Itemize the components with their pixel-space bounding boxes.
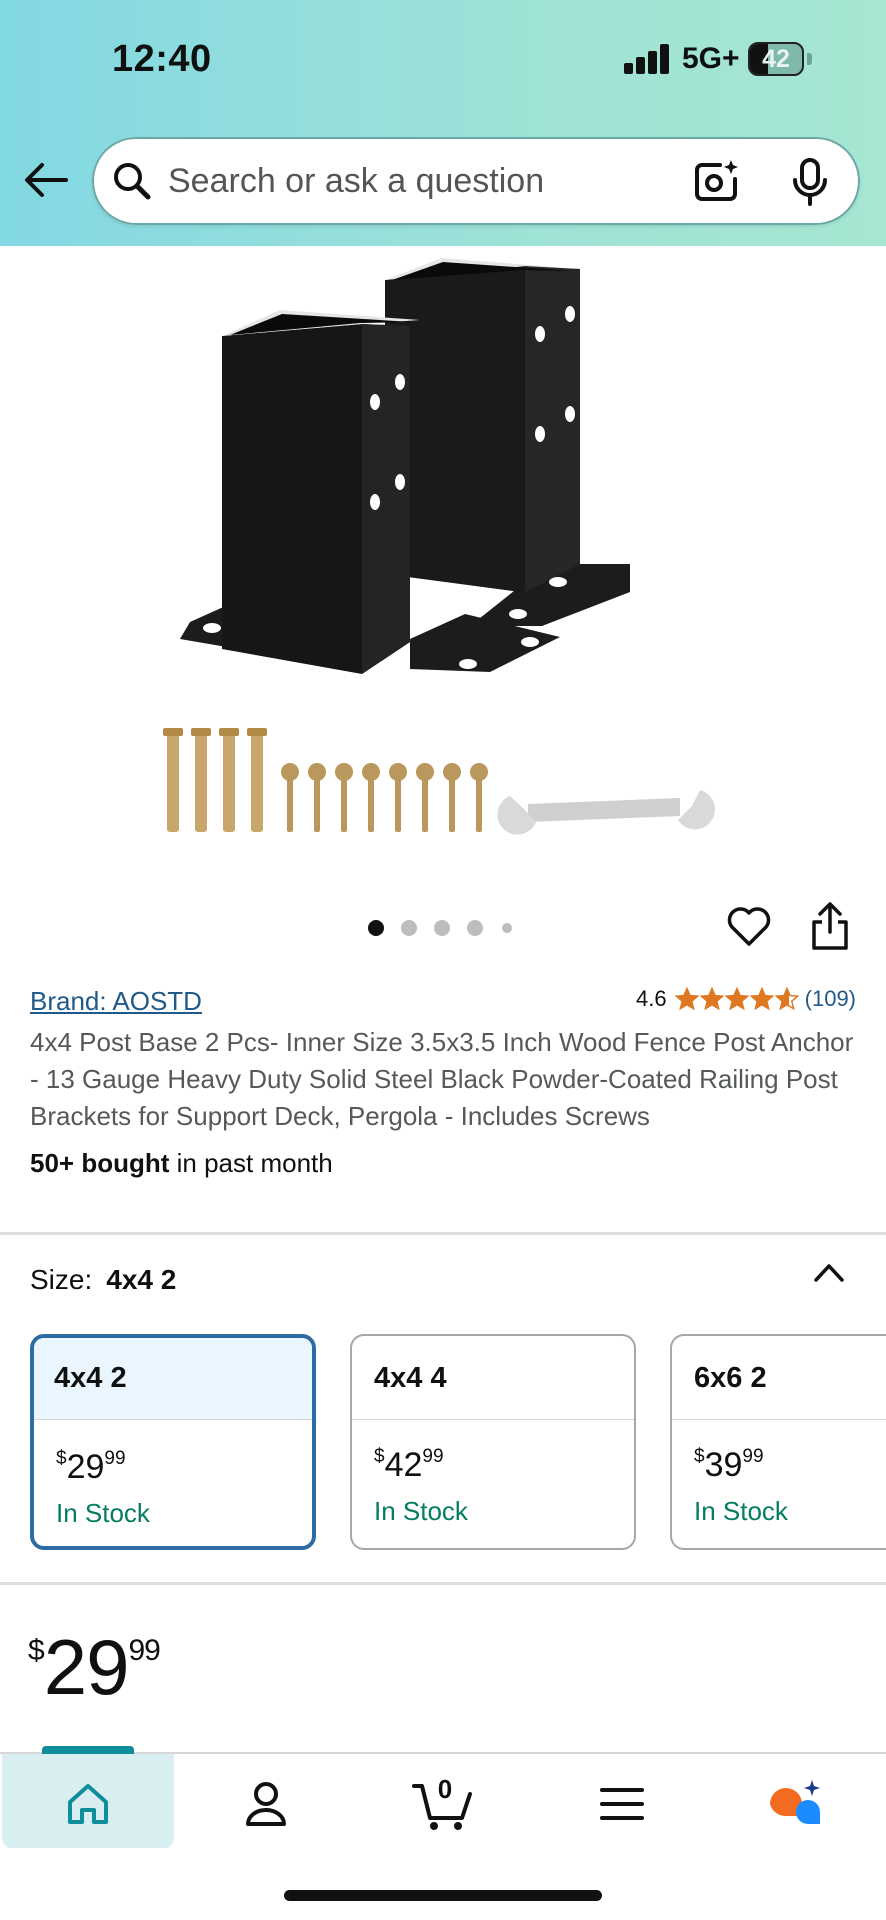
home-indicator: [284, 1890, 602, 1901]
battery-tip: [807, 53, 812, 65]
gallery-dot[interactable]: [401, 920, 417, 936]
size-selected-value: 4x4 2: [106, 1264, 177, 1295]
microphone-icon[interactable]: [790, 157, 830, 207]
section-divider: [0, 1232, 886, 1235]
section-divider: [0, 1582, 886, 1585]
bought-count-rest: in past month: [169, 1148, 333, 1178]
price-dollars: 29: [43, 1623, 130, 1711]
wood-screws: [281, 763, 488, 832]
home-icon[interactable]: [58, 1774, 118, 1834]
account-icon[interactable]: [236, 1774, 296, 1834]
star-icon: [749, 987, 774, 1011]
star-icon: [774, 987, 799, 1011]
bought-count: 50+ bought in past month: [30, 1148, 333, 1179]
price-cents: 99: [128, 1634, 160, 1667]
rating-value: 4.6: [636, 986, 667, 1011]
product-price: $2999: [28, 1622, 161, 1713]
back-arrow-icon[interactable]: [22, 160, 70, 200]
brand-link[interactable]: Brand: AOSTD: [30, 986, 202, 1017]
anchor-bolts: [163, 728, 267, 832]
size-option-name: 6x6 2: [672, 1336, 886, 1420]
gallery-dot[interactable]: [467, 920, 483, 936]
size-option[interactable]: 6x6 2 $3999 In Stock: [670, 1334, 886, 1550]
gallery-dot[interactable]: [368, 920, 384, 936]
status-time: 12:40: [112, 38, 212, 80]
search-icon: [114, 163, 151, 200]
nav-active-indicator: [42, 1746, 134, 1754]
size-option-stock: In Stock: [56, 1498, 150, 1528]
header: 12:40 5G+ 42: [0, 0, 886, 246]
battery-level: 42: [762, 45, 790, 73]
gallery-dot[interactable]: [502, 923, 512, 933]
battery-icon: 42: [748, 42, 804, 76]
star-icon: [724, 987, 749, 1011]
gallery-dot[interactable]: [434, 920, 450, 936]
share-icon[interactable]: [808, 900, 852, 952]
camera-icon[interactable]: [692, 157, 740, 205]
size-option-stock: In Stock: [694, 1496, 788, 1526]
chevron-up-icon[interactable]: [812, 1260, 846, 1284]
size-option-stock: In Stock: [374, 1496, 468, 1526]
heart-icon[interactable]: [726, 904, 772, 950]
network-label: 5G+: [682, 42, 740, 75]
size-option-price: $4299: [374, 1446, 444, 1484]
cart-count: 0: [437, 1774, 453, 1804]
rating-summary[interactable]: 4.6 (109): [636, 986, 856, 1012]
wrench: [497, 790, 715, 835]
search-input[interactable]: [168, 155, 638, 207]
star-icon: [674, 987, 699, 1011]
size-label: Size:: [30, 1264, 93, 1295]
size-option[interactable]: 4x4 2 $2999 In Stock: [30, 1334, 316, 1550]
size-option-price: $2999: [56, 1448, 126, 1486]
size-option-name: 4x4 4: [352, 1336, 634, 1420]
bought-count-bold: 50+ bought: [30, 1148, 170, 1178]
size-selector-header[interactable]: Size: 4x4 2: [30, 1264, 176, 1296]
size-option[interactable]: 4x4 4 $4299 In Stock: [350, 1334, 636, 1550]
review-count[interactable]: (109): [805, 986, 856, 1012]
star-icon: [699, 987, 724, 1011]
product-image[interactable]: [140, 244, 750, 854]
signal-icon: [624, 44, 670, 74]
menu-icon[interactable]: [592, 1774, 652, 1834]
size-option-price: $3999: [694, 1446, 764, 1484]
price-currency: $: [28, 1634, 45, 1667]
rufus-icon[interactable]: [764, 1774, 824, 1834]
post-base-back: [385, 258, 630, 626]
size-option-name: 4x4 2: [34, 1338, 312, 1420]
search-bar[interactable]: [92, 137, 860, 225]
product-title: 4x4 Post Base 2 Pcs- Inner Size 3.5x3.5 …: [30, 1027, 854, 1131]
star-rating: [674, 987, 799, 1011]
